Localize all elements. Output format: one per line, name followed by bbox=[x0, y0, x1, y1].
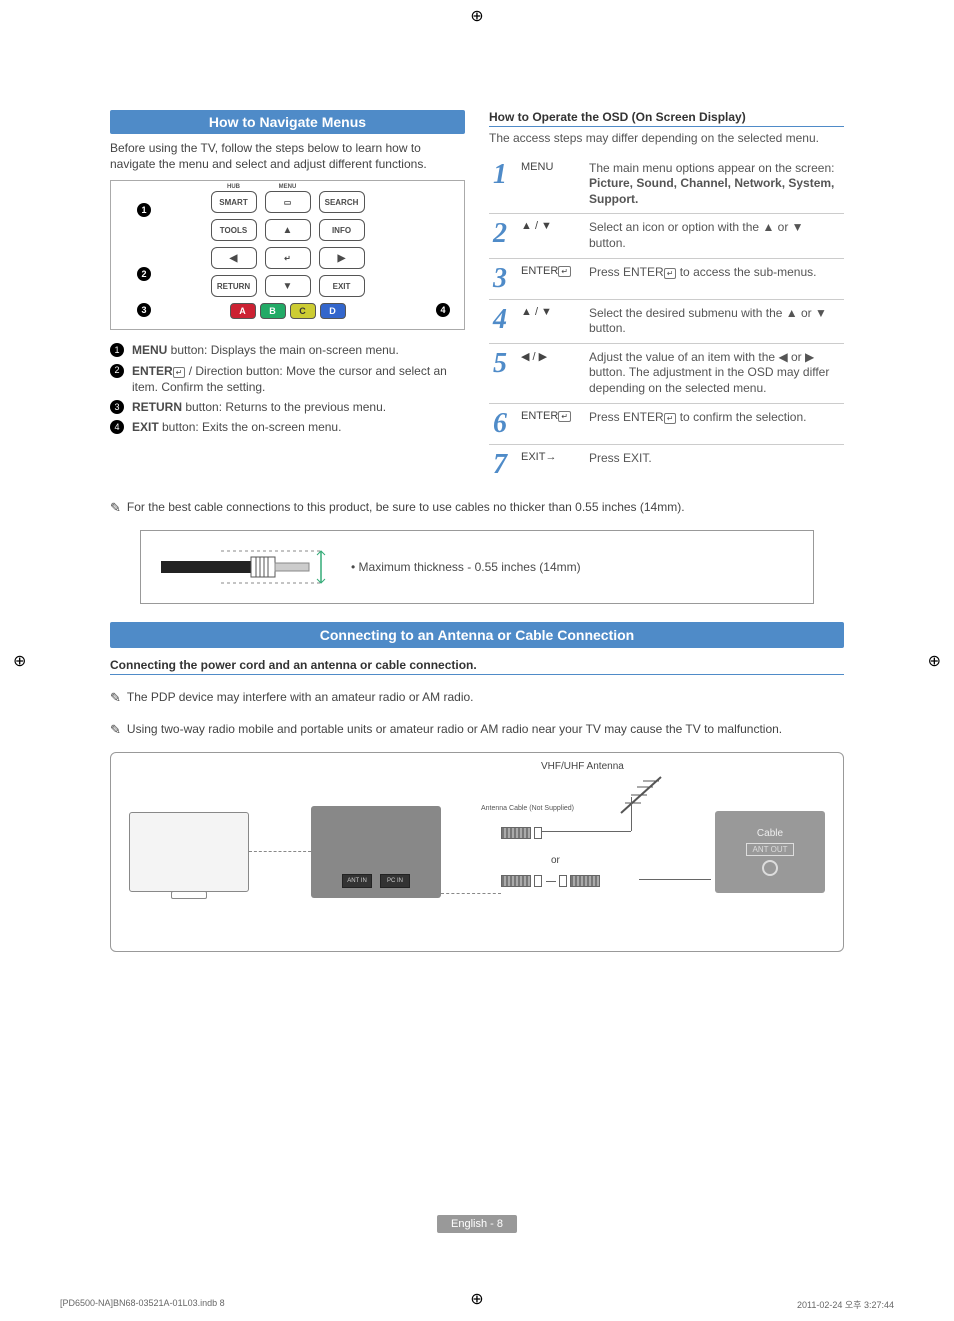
remote-illustration: 1 2 3 4 HUBSMART MENU▭ SEARCH TOOLS ▲ IN… bbox=[110, 180, 465, 330]
osd-row-5: 5 ◀ / ▶ Adjust the value of an item with… bbox=[489, 343, 844, 403]
page-footer: English - 8 bbox=[437, 1215, 517, 1233]
remote-info: INFO bbox=[319, 219, 365, 241]
cable-diagram-icon bbox=[161, 547, 331, 587]
osd-desc: The access steps may differ depending on… bbox=[489, 131, 844, 147]
remote-left: ◀ bbox=[211, 247, 257, 269]
pc-in-port: PC IN bbox=[380, 874, 410, 888]
remote-enter: ↵ bbox=[265, 247, 311, 269]
section2-heading: Connecting to an Antenna or Cable Connec… bbox=[110, 622, 844, 648]
section1-heading: How to Navigate Menus bbox=[110, 110, 465, 134]
remote-return: RETURN bbox=[211, 275, 257, 297]
antenna-diagram: ANT IN PC IN VHF/UHF Antenna Antenna Cab… bbox=[110, 752, 844, 952]
col-left: How to Navigate Menus Before using the T… bbox=[110, 110, 465, 485]
remote-smart: HUBSMART bbox=[211, 191, 257, 213]
legend-num-2: 2 bbox=[110, 364, 124, 378]
osd-row-1: 1 MENU The main menu options appear on t… bbox=[489, 155, 844, 214]
legend-text-2: ENTER↵ / Direction button: Move the curs… bbox=[132, 363, 465, 395]
reg-mark-top: ⊕ bbox=[470, 6, 483, 26]
cable-box-text: • Maximum thickness - 0.55 inches (14mm) bbox=[351, 560, 581, 574]
remote-exit: EXIT bbox=[319, 275, 365, 297]
connector-bottom bbox=[501, 873, 600, 887]
osd-steps-table: 1 MENU The main menu options appear on t… bbox=[489, 155, 844, 485]
note-icon: ✎ bbox=[110, 721, 121, 739]
remote-down: ▼ bbox=[265, 275, 311, 297]
reg-mark-right: ⊕ bbox=[928, 651, 941, 671]
remote-tools: TOOLS bbox=[211, 219, 257, 241]
cable-note: ✎ For the best cable connections to this… bbox=[110, 499, 844, 517]
remote-color-a: A bbox=[230, 303, 256, 319]
cable-thickness-box: • Maximum thickness - 0.55 inches (14mm) bbox=[140, 530, 814, 604]
col-right: How to Operate the OSD (On Screen Displa… bbox=[489, 110, 844, 485]
note-icon: ✎ bbox=[110, 499, 121, 517]
remote-up: ▲ bbox=[265, 219, 311, 241]
osd-row-7: 7 EXIT→ Press EXIT. bbox=[489, 444, 844, 485]
section2-sub: Connecting the power cord and an antenna… bbox=[110, 658, 844, 675]
osd-row-4: 4 ▲ / ▼ Select the desired submenu with … bbox=[489, 299, 844, 343]
meta-left: [PD6500-NA]BN68-03521A-01L03.indb 8 bbox=[60, 1298, 225, 1311]
ant-out-label: ANT OUT bbox=[746, 843, 795, 856]
legend-num-1: 1 bbox=[110, 343, 124, 357]
connector-top bbox=[501, 825, 542, 839]
wire-to-cable bbox=[639, 879, 711, 880]
remote-color-b: B bbox=[260, 303, 286, 319]
cable-label: Cable bbox=[757, 828, 783, 839]
remote-search: SEARCH bbox=[319, 191, 365, 213]
osd-row-6: 6 ENTER↵ Press ENTER↵ to confirm the sel… bbox=[489, 403, 844, 444]
remote-color-c: C bbox=[290, 303, 316, 319]
cable-wall-box: Cable ANT OUT bbox=[715, 811, 825, 893]
wire-2 bbox=[441, 893, 501, 894]
section1-intro: Before using the TV, follow the steps be… bbox=[110, 140, 465, 172]
osd-row-3: 3 ENTER↵ Press ENTER↵ to access the sub-… bbox=[489, 258, 844, 299]
legend-text-4: EXIT button: Exits the on-screen menu. bbox=[132, 419, 341, 435]
osd-heading: How to Operate the OSD (On Screen Displa… bbox=[489, 110, 844, 127]
vhf-label: VHF/UHF Antenna bbox=[541, 761, 624, 772]
reg-mark-left: ⊕ bbox=[13, 651, 26, 671]
wire-vert bbox=[631, 797, 632, 831]
meta-right: 2011-02-24 오후 3:27:44 bbox=[797, 1298, 894, 1311]
antenna-icon bbox=[611, 773, 671, 817]
remote-menu: MENU▭ bbox=[265, 191, 311, 213]
legend-num-4: 4 bbox=[110, 420, 124, 434]
or-label: or bbox=[551, 855, 560, 866]
tv-icon bbox=[129, 812, 249, 892]
legend-text-1: MENU button: Displays the main on-screen… bbox=[132, 342, 399, 358]
remote-color-d: D bbox=[320, 303, 346, 319]
print-meta: [PD6500-NA]BN68-03521A-01L03.indb 8 2011… bbox=[60, 1298, 894, 1311]
legend-text-3: RETURN button: Returns to the previous m… bbox=[132, 399, 386, 415]
wire-to-antenna bbox=[541, 831, 631, 832]
osd-row-2: 2 ▲ / ▼ Select an icon or option with th… bbox=[489, 214, 844, 258]
ant-in-port: ANT IN bbox=[342, 874, 372, 888]
tv-back-panel: ANT IN PC IN bbox=[311, 806, 441, 898]
remote-right: ▶ bbox=[319, 247, 365, 269]
section2-note1: ✎ The PDP device may interfere with an a… bbox=[110, 689, 844, 707]
wire-1 bbox=[249, 851, 311, 852]
page-content: How to Navigate Menus Before using the T… bbox=[50, 50, 904, 1261]
note-icon: ✎ bbox=[110, 689, 121, 707]
antenna-cable-label: Antenna Cable (Not Supplied) bbox=[481, 805, 574, 812]
section2-note2: ✎ Using two-way radio mobile and portabl… bbox=[110, 721, 844, 739]
legend-num-3: 3 bbox=[110, 400, 124, 414]
coax-out-icon bbox=[762, 860, 778, 876]
remote-legend: 1 MENU button: Displays the main on-scre… bbox=[110, 342, 465, 435]
